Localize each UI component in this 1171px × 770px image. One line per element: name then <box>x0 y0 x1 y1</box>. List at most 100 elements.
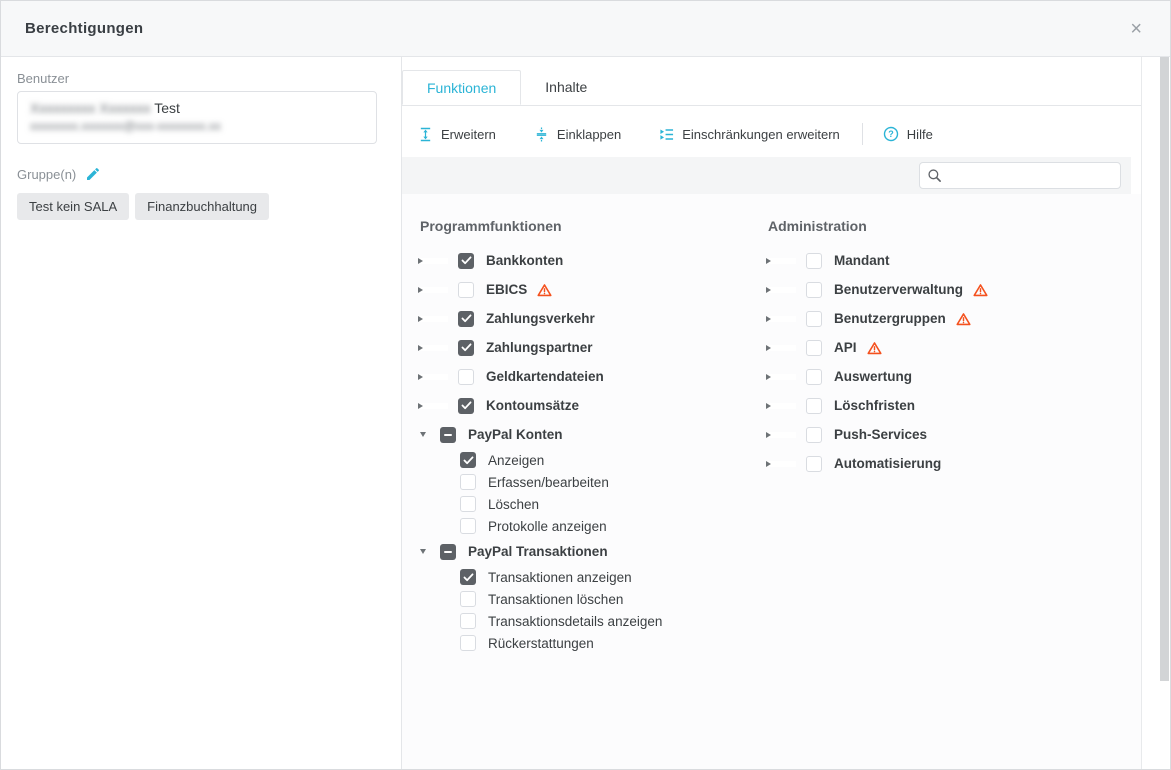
checkbox-unchecked[interactable] <box>460 613 476 629</box>
caret-right-icon[interactable] <box>420 287 448 293</box>
tree-item[interactable]: Kontoumsätze <box>420 391 768 420</box>
checkbox-indeterminate[interactable] <box>440 427 456 443</box>
caret-right-icon[interactable] <box>420 374 448 380</box>
caret-right-icon[interactable] <box>768 374 796 380</box>
caret-right-icon[interactable] <box>420 258 448 264</box>
tree-child-item[interactable]: Transaktionen löschen <box>420 588 768 610</box>
tree-items: Bankkonten EBICS Zahlungsverkehr Zahlungspa… <box>420 246 768 654</box>
checkbox-checked[interactable] <box>458 340 474 356</box>
caret-right-icon[interactable] <box>768 345 796 351</box>
dialog-header: Berechtigungen × <box>1 1 1170 57</box>
tree-column-programmfunktionen: Programmfunktionen BankkontenEBICSZahlun… <box>420 218 768 769</box>
caret-right-icon[interactable] <box>768 403 796 409</box>
tree-item-label: Rückerstattungen <box>488 636 594 651</box>
tree-child-item[interactable]: Rückerstattungen <box>420 632 768 654</box>
checkbox-checked[interactable] <box>460 452 476 468</box>
user-email: xxxxxxxx.xxxxxxx@xxx-xxxxxxxx.xx <box>30 119 364 133</box>
checkbox-checked[interactable] <box>458 253 474 269</box>
tab-inhalte[interactable]: Inhalte <box>521 70 611 105</box>
tree-item[interactable]: Benutzerverwaltung <box>768 275 1141 304</box>
checkbox-unchecked[interactable] <box>806 282 822 298</box>
tree-item-label: Transaktionen anzeigen <box>488 570 632 585</box>
checkbox-unchecked[interactable] <box>460 518 476 534</box>
checkbox-unchecked[interactable] <box>460 635 476 651</box>
tree-item-label: PayPal Konten <box>468 427 563 442</box>
tree-item[interactable]: Push-Services <box>768 420 1141 449</box>
tree-item[interactable]: Automatisierung <box>768 449 1141 478</box>
tree-item[interactable]: Zahlungspartner <box>420 333 768 362</box>
tree-item[interactable]: EBICS <box>420 275 768 304</box>
checkbox-unchecked[interactable] <box>806 340 822 356</box>
tree-item-label: Auswertung <box>834 369 912 384</box>
checkbox-unchecked[interactable] <box>458 369 474 385</box>
tree-item[interactable]: API <box>768 333 1141 362</box>
checkbox-unchecked[interactable] <box>806 427 822 443</box>
checkbox-unchecked[interactable] <box>460 474 476 490</box>
group-chip[interactable]: Test kein SALA <box>17 193 129 220</box>
user-panel: Benutzer Xxxxxxxxx Xxxxxxx Test xxxxxxxx… <box>1 57 402 769</box>
tree-item[interactable]: Löschfristen <box>768 391 1141 420</box>
tree-child-item[interactable]: Löschen <box>420 493 768 515</box>
tab-funktionen[interactable]: Funktionen <box>402 70 521 105</box>
restrictions-expand-button[interactable]: Einschränkungen erweitern <box>659 127 840 142</box>
tree-item[interactable]: PayPal Konten <box>420 420 768 449</box>
caret-down-icon[interactable] <box>420 549 430 554</box>
caret-right-icon[interactable] <box>420 345 448 351</box>
tree-item-label: Transaktionsdetails anzeigen <box>488 614 662 629</box>
checkbox-unchecked[interactable] <box>806 456 822 472</box>
caret-down-icon[interactable] <box>420 432 430 437</box>
checkbox-indeterminate[interactable] <box>440 544 456 560</box>
tree-item[interactable]: Zahlungsverkehr <box>420 304 768 333</box>
caret-right-icon[interactable] <box>420 403 448 409</box>
group-chip[interactable]: Finanzbuchhaltung <box>135 193 269 220</box>
checkbox-unchecked[interactable] <box>806 369 822 385</box>
tree-item[interactable]: Auswertung <box>768 362 1141 391</box>
checkbox-checked[interactable] <box>458 311 474 327</box>
permissions-tree: Programmfunktionen BankkontenEBICSZahlun… <box>402 194 1141 769</box>
checkbox-unchecked[interactable] <box>806 253 822 269</box>
checkbox-unchecked[interactable] <box>460 496 476 512</box>
tree-item[interactable]: PayPal Transaktionen <box>420 537 768 566</box>
collapse-icon <box>534 127 549 142</box>
tree-child-item[interactable]: Erfassen/bearbeiten <box>420 471 768 493</box>
tree-child-item[interactable]: Transaktionsdetails anzeigen <box>420 610 768 632</box>
tree-item-label: Benutzerverwaltung <box>834 282 963 297</box>
tree-child-item[interactable]: Transaktionen anzeigen <box>420 566 768 588</box>
checkbox-unchecked[interactable] <box>806 398 822 414</box>
tree-child-item[interactable]: Protokolle anzeigen <box>420 515 768 537</box>
help-button[interactable]: ? Hilfe <box>883 126 933 142</box>
tree-item[interactable]: Bankkonten <box>420 246 768 275</box>
expand-button[interactable]: Erweitern <box>418 127 496 142</box>
tree-item[interactable]: Mandant <box>768 246 1141 275</box>
tree-item-label: Kontoumsätze <box>486 398 579 413</box>
caret-right-icon[interactable] <box>420 316 448 322</box>
checkbox-unchecked[interactable] <box>806 311 822 327</box>
user-name-redacted: Xxxxxxxxx Xxxxxxx <box>30 100 151 116</box>
tree-item-label: EBICS <box>486 282 527 297</box>
tree-item-label: Push-Services <box>834 427 927 442</box>
scrollbar-thumb[interactable] <box>1160 57 1169 681</box>
tree-child-item[interactable]: Anzeigen <box>420 449 768 471</box>
tree-item-label: Löschfristen <box>834 398 915 413</box>
caret-right-icon[interactable] <box>768 432 796 438</box>
search-box[interactable] <box>919 162 1121 189</box>
close-icon[interactable]: × <box>1126 15 1146 43</box>
checkbox-checked[interactable] <box>460 569 476 585</box>
tree-item-label: Zahlungsverkehr <box>486 311 595 326</box>
scrollbar-track <box>1160 57 1169 768</box>
search-icon <box>927 168 942 183</box>
caret-right-icon[interactable] <box>768 316 796 322</box>
help-icon: ? <box>883 126 899 142</box>
caret-right-icon[interactable] <box>768 287 796 293</box>
checkbox-checked[interactable] <box>458 398 474 414</box>
collapse-button[interactable]: Einklappen <box>534 127 621 142</box>
tree-item-label: PayPal Transaktionen <box>468 544 608 559</box>
tree-item[interactable]: Benutzergruppen <box>768 304 1141 333</box>
caret-right-icon[interactable] <box>768 258 796 264</box>
checkbox-unchecked[interactable] <box>460 591 476 607</box>
caret-right-icon[interactable] <box>768 461 796 467</box>
tree-item[interactable]: Geldkartendateien <box>420 362 768 391</box>
checkbox-unchecked[interactable] <box>458 282 474 298</box>
search-input[interactable] <box>947 167 1113 184</box>
edit-icon[interactable] <box>85 166 101 182</box>
